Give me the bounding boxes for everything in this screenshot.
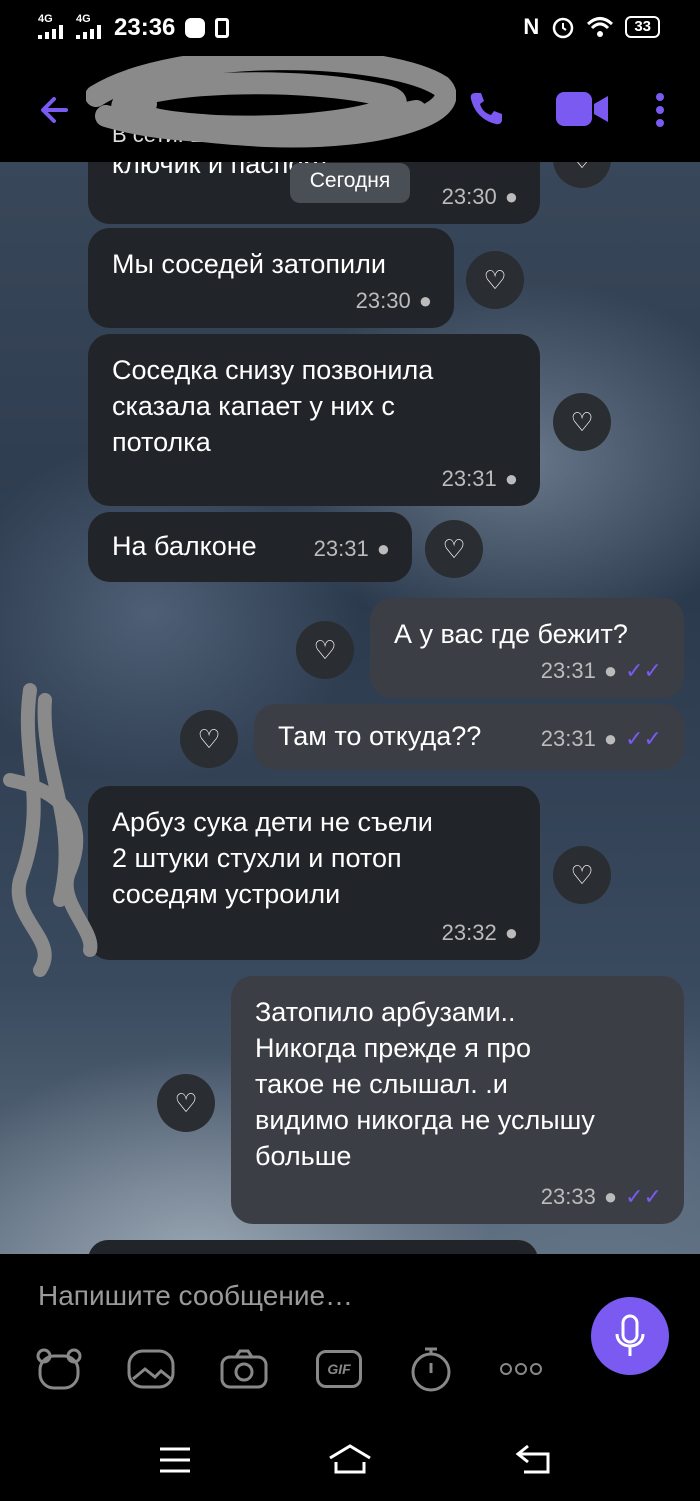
nfc-icon: N	[523, 14, 540, 39]
message-line: видимо никогда не услышу	[255, 1105, 595, 1135]
sticker-icon[interactable]	[34, 1344, 84, 1394]
message-time: 23:32	[441, 920, 497, 945]
location-pin-icon: ●	[603, 658, 618, 683]
message-text: Там то откуда??	[278, 721, 482, 751]
nav-back-icon[interactable]	[514, 1442, 552, 1476]
message-time: 23:33	[540, 1184, 596, 1209]
message-input[interactable]: Напишите сообщение…	[38, 1280, 353, 1312]
system-nav-bar	[0, 1432, 700, 1501]
location-pin-icon: ●	[504, 184, 518, 209]
microphone-icon	[615, 1314, 645, 1356]
gif-label: GIF	[316, 1350, 362, 1388]
message-time: 23:30	[441, 184, 497, 209]
battery-level: 33	[634, 18, 651, 35]
home-icon[interactable]	[326, 1442, 374, 1476]
gif-icon[interactable]: GIF	[314, 1344, 364, 1394]
message-time: 23:31	[313, 536, 369, 561]
message-line: потолка	[112, 427, 211, 457]
message-text: На балконе	[112, 531, 257, 561]
more-attachments-icon[interactable]	[496, 1344, 546, 1394]
read-checkmarks-icon: ✓✓	[625, 1184, 662, 1209]
like-heart-icon[interactable]: ♡	[180, 710, 238, 768]
message-line: сказала капает у них с	[112, 391, 395, 421]
phone-call-icon[interactable]	[466, 88, 506, 128]
redaction-scribble-avatar	[3, 683, 98, 977]
message-line: Арбуз сука дети не съели	[112, 807, 433, 837]
message-time: 23:30	[355, 288, 411, 313]
wifi-icon	[587, 17, 614, 37]
camera-icon[interactable]	[219, 1344, 269, 1394]
read-checkmarks-icon: ✓✓	[625, 658, 662, 683]
location-pin-icon: ●	[504, 466, 518, 491]
viber-notification-icon	[185, 18, 206, 38]
clock: 23:36	[114, 14, 176, 41]
network-type-1: 4G	[38, 13, 53, 25]
recent-apps-icon[interactable]	[158, 1446, 192, 1474]
status-bar: 4G 4G 23:36 N 33	[0, 0, 700, 56]
message-line: Никогда прежде я про	[255, 1033, 532, 1063]
message-bubble-incoming[interactable]: На балконе 23:31 ●	[88, 512, 412, 582]
message-line: соседям устроили	[112, 879, 341, 909]
like-heart-icon[interactable]: ♡	[466, 251, 524, 309]
back-arrow-icon[interactable]	[36, 90, 76, 130]
signal-icon-2: 4G	[76, 14, 104, 42]
message-bubble-incoming[interactable]: Соседка снизу позвонила сказала капает у…	[88, 334, 540, 506]
location-pin-icon: ●	[418, 288, 432, 313]
message-bubble-incoming[interactable]: Мы соседей затопили 23:30 ●	[88, 228, 454, 328]
message-line: больше	[255, 1141, 352, 1171]
like-heart-icon[interactable]: ♡	[296, 621, 354, 679]
message-line: Соседка снизу позвонила	[112, 355, 434, 385]
more-options-icon[interactable]	[654, 92, 666, 128]
battery-icon: 33	[625, 16, 660, 38]
message-line: такое не слышал. .и	[255, 1069, 508, 1099]
gallery-icon[interactable]	[126, 1344, 176, 1394]
like-heart-icon[interactable]: ♡	[553, 846, 611, 904]
voice-message-button[interactable]	[591, 1297, 669, 1375]
message-time: 23:31	[540, 658, 596, 683]
like-heart-icon[interactable]: ♡	[425, 520, 483, 578]
message-line: 2 штуки стухли и потоп	[112, 843, 402, 873]
video-call-icon[interactable]	[554, 90, 610, 128]
message-text: Мы соседей затопили	[112, 249, 386, 279]
message-bubble-outgoing[interactable]: А у вас где бежит? 23:31 ● ✓✓	[370, 598, 684, 698]
notification-icon	[215, 18, 230, 38]
redaction-scribble	[86, 56, 456, 148]
message-bubble-outgoing[interactable]: Затопило арбузами.. Никогда прежде я про…	[231, 976, 684, 1224]
read-checkmarks-icon: ✓✓	[625, 726, 662, 751]
message-time: 23:31	[540, 726, 596, 751]
location-pin-icon: ●	[376, 536, 390, 561]
date-divider: Сегодня	[290, 163, 410, 203]
message-time: 23:31	[441, 466, 497, 491]
location-pin-icon: ●	[603, 726, 618, 751]
location-pin-icon: ●	[603, 1184, 618, 1209]
like-heart-icon[interactable]: ♡	[553, 130, 611, 188]
signal-icon-1: 4G	[38, 14, 66, 42]
like-heart-icon[interactable]: ♡	[553, 393, 611, 451]
message-bubble-outgoing[interactable]: Там то откуда?? 23:31 ● ✓✓	[254, 704, 684, 770]
message-bubble-incoming[interactable]: Арбуз сука дети не съели 2 штуки стухли …	[88, 786, 540, 960]
message-line: Затопило арбузами..	[255, 997, 516, 1027]
like-heart-icon[interactable]: ♡	[157, 1074, 215, 1132]
location-pin-icon: ●	[504, 920, 518, 945]
alarm-icon	[553, 17, 574, 39]
timer-icon[interactable]	[406, 1344, 456, 1394]
network-type-2: 4G	[76, 13, 91, 25]
message-text: А у вас где бежит?	[394, 619, 628, 649]
